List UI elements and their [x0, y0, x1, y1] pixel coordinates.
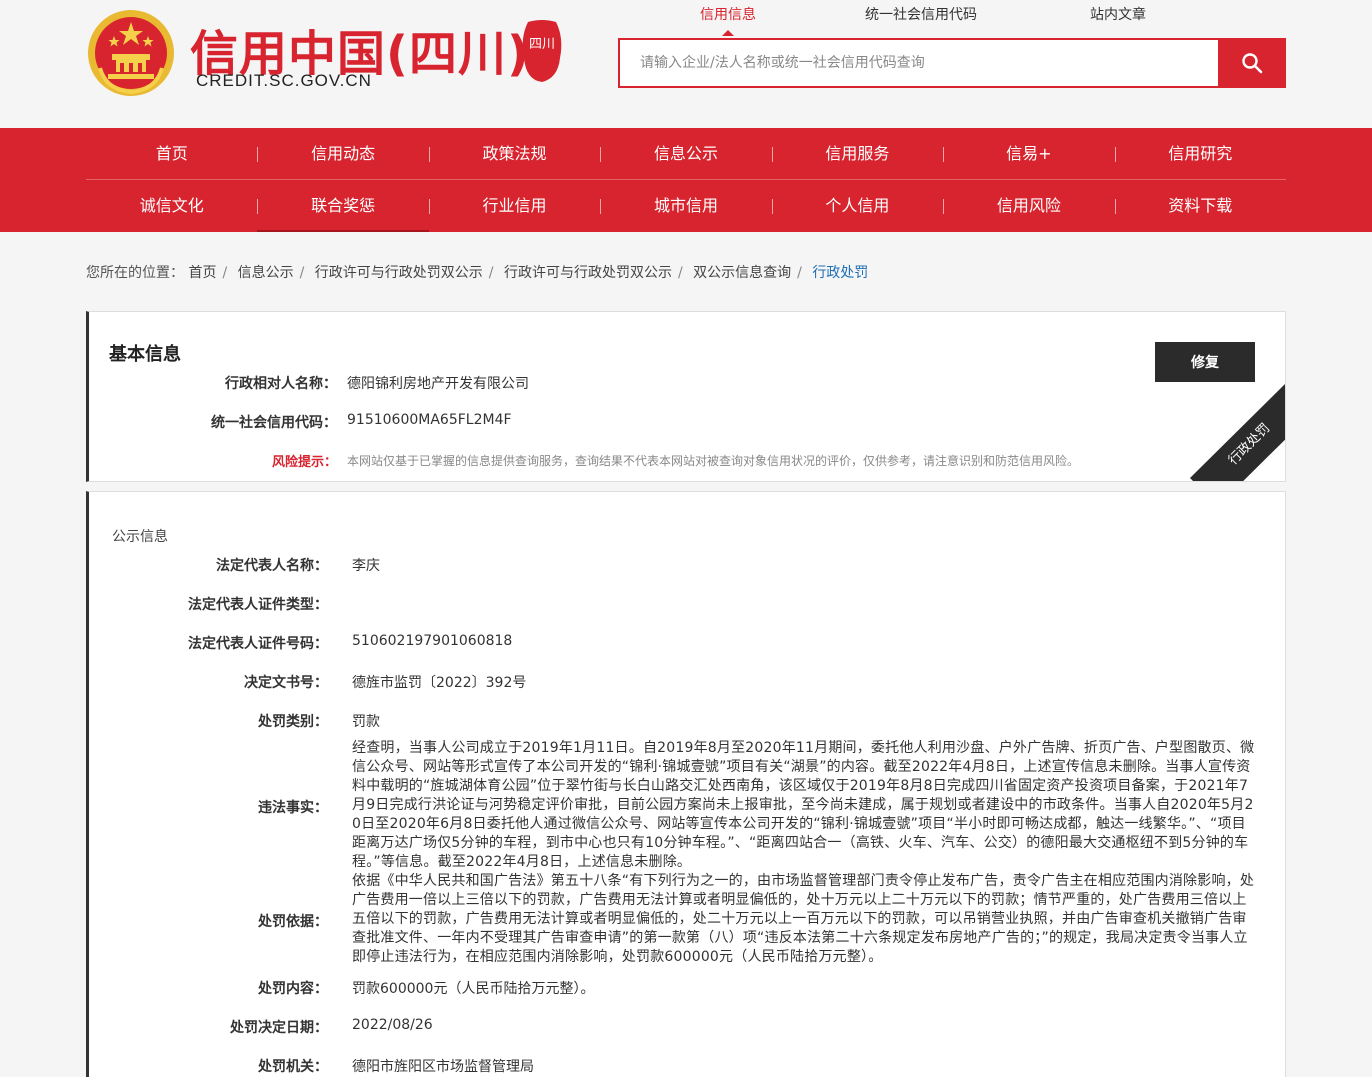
nav-downloads[interactable]: 资料下载 [1114, 180, 1286, 232]
breadcrumb-double-disclosure-1[interactable]: 行政许可与行政处罚双公示 [315, 265, 483, 281]
legal-rep-id-number-label: 法定代表人证件号码： [188, 636, 328, 652]
nav-credit-research[interactable]: 信用研究 [1114, 128, 1286, 179]
subject-name-label: 行政相对人名称： [225, 376, 337, 392]
search-button[interactable] [1218, 38, 1286, 88]
nav-city-credit[interactable]: 城市信用 [600, 180, 771, 232]
nav-xinyi-plus[interactable]: 信易+ [943, 128, 1114, 179]
penalty-type-label: 处罚类别： [258, 714, 328, 730]
search-box [618, 38, 1218, 88]
penalty-basis-value: 依据《中华人民共和国广告法》第五十八条“有下列行为之一的，由市场监督管理部门责令… [352, 873, 1255, 965]
breadcrumb-prefix: 您所在的位置： [86, 265, 184, 281]
search-tabs: 信用信息 统一社会信用代码 站内文章 [618, 4, 1286, 36]
breadcrumb: 您所在的位置： 首页 / 信息公示 / 行政许可与行政处罚双公示 / 行政许可与行政处… [86, 265, 869, 281]
sichuan-seal-icon: 四川 [522, 20, 562, 82]
credit-code-label: 统一社会信用代码： [211, 415, 337, 431]
breadcrumb-info-disclosure[interactable]: 信息公示 [238, 265, 294, 281]
nav-row-1: 首页 信用动态 政策法规 信息公示 信用服务 信易+ 信用研究 [86, 128, 1286, 180]
main-nav: 首页 信用动态 政策法规 信息公示 信用服务 信易+ 信用研究 诚信文化 联合奖… [0, 128, 1372, 232]
nav-credit-news[interactable]: 信用动态 [257, 128, 428, 179]
decision-date-label: 处罚决定日期： [230, 1020, 328, 1036]
violation-facts-label: 违法事实： [258, 800, 328, 816]
nav-joint-rewards[interactable]: 联合奖惩 [257, 180, 430, 232]
search-icon [1242, 53, 1263, 74]
nav-info-disclosure[interactable]: 信息公示 [600, 128, 771, 179]
nav-home[interactable]: 首页 [86, 128, 257, 179]
public-info-card: 公示信息 法定代表人名称： 李庆 法定代表人证件类型： 法定代表人证件号码： 5… [86, 491, 1286, 1077]
search-tab-credit-code[interactable]: 统一社会信用代码 [865, 4, 977, 24]
nav-row-2: 诚信文化 联合奖惩 行业信用 城市信用 个人信用 信用风险 资料下载 [86, 180, 1286, 232]
admin-penalty-ribbon: 行政处罚 [1190, 383, 1285, 481]
search-input[interactable] [620, 40, 1218, 86]
decision-doc-number-label: 决定文书号： [244, 675, 328, 691]
nav-integrity-culture[interactable]: 诚信文化 [86, 180, 257, 232]
decision-doc-number-value: 德旌市监罚〔2022〕392号 [352, 675, 527, 691]
nav-policies[interactable]: 政策法规 [428, 128, 600, 179]
breadcrumb-double-disclosure-2[interactable]: 行政许可与行政处罚双公示 [504, 265, 672, 281]
breadcrumb-disclosure-query[interactable]: 双公示信息查询 [693, 265, 791, 281]
penalty-authority-value: 德阳市旌阳区市场监督管理局 [352, 1059, 534, 1075]
legal-rep-id-type-label: 法定代表人证件类型： [188, 597, 328, 613]
basic-info-title: 基本信息 [109, 344, 181, 365]
penalty-content-label: 处罚内容： [258, 981, 328, 997]
legal-rep-name-label: 法定代表人名称： [216, 558, 328, 574]
breadcrumb-current[interactable]: 行政处罚 [812, 265, 868, 281]
penalty-basis-label: 处罚依据： [258, 914, 328, 930]
penalty-content-value: 罚款600000元（人民币陆拾万元整）。 [352, 981, 595, 997]
basic-info-card: 基本信息 行政相对人名称： 德阳锦利房地产开发有限公司 统一社会信用代码： 91… [86, 311, 1286, 482]
search-tab-credit-info[interactable]: 信用信息 [700, 4, 756, 36]
site-domain: CREDIT.SC.GOV.CN [196, 71, 372, 90]
legal-rep-id-number-value: 510602197901060818 [352, 633, 513, 649]
nav-industry-credit[interactable]: 行业信用 [428, 180, 600, 232]
violation-facts-value: 经查明，当事人公司成立于2019年1月11日。自2019年8月至2020年11月… [352, 740, 1255, 870]
nav-credit-risk[interactable]: 信用风险 [943, 180, 1114, 232]
nav-personal-credit[interactable]: 个人信用 [771, 180, 943, 232]
nav-credit-services[interactable]: 信用服务 [771, 128, 943, 179]
public-info-title: 公示信息 [112, 529, 168, 545]
breadcrumb-home[interactable]: 首页 [188, 265, 216, 281]
seal-text-top: 四川 [529, 37, 555, 52]
risk-label: 风险提示： [271, 455, 337, 470]
national-emblem-icon [88, 10, 174, 96]
credit-code-value: 91510600MA65FL2M4F [347, 412, 512, 428]
decision-date-value: 2022/08/26 [352, 1017, 433, 1033]
penalty-type-value: 罚款 [352, 714, 380, 730]
penalty-authority-label: 处罚机关： [258, 1059, 328, 1075]
subject-name-value: 德阳锦利房地产开发有限公司 [347, 376, 529, 392]
search-tab-site-articles[interactable]: 站内文章 [1090, 4, 1146, 24]
legal-rep-name-value: 李庆 [352, 558, 380, 574]
site-header: 信用中国(四川) CREDIT.SC.GOV.CN 四川 信用信息 统一社会信用… [0, 0, 1372, 128]
risk-text: 本网站仅基于已掌握的信息提供查询服务，查询结果不代表本网站对被查询对象信用状况的… [347, 454, 1080, 468]
